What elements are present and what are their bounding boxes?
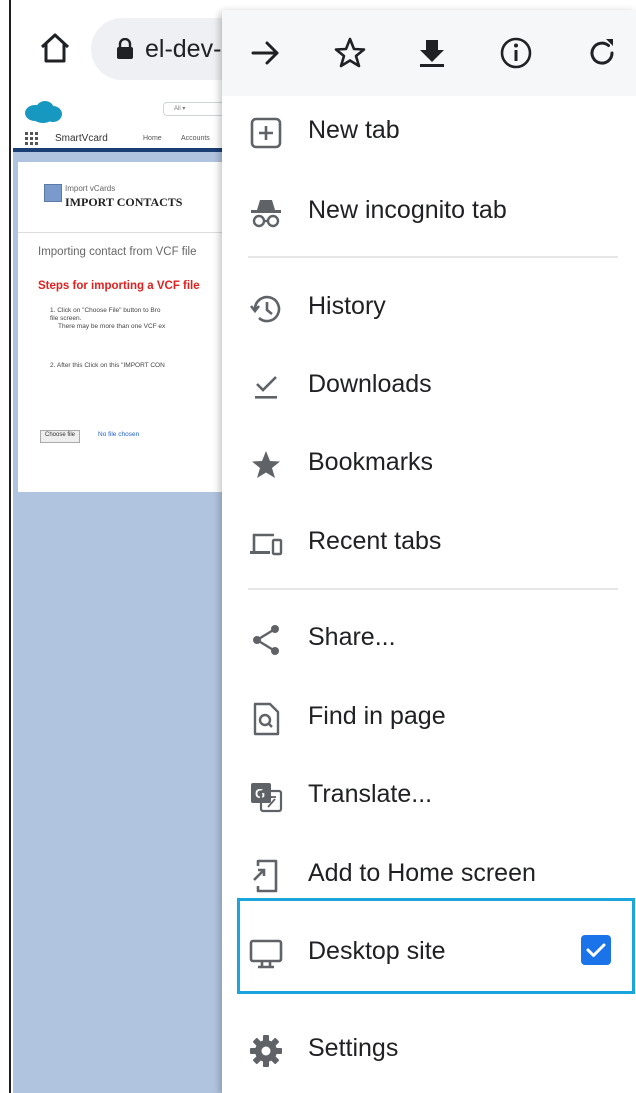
menu-item-label: Find in page — [308, 702, 446, 730]
menu-toolbar — [222, 10, 636, 96]
menu-item-history[interactable]: History — [222, 275, 636, 339]
menu-item-find-in-page[interactable]: Find in page — [222, 685, 636, 749]
translate-icon: G — [251, 783, 283, 813]
nav-home[interactable]: Home — [143, 135, 162, 142]
card-intro: Importing contact from VCF file — [38, 246, 197, 258]
menu-item-new-tab[interactable]: New tab — [222, 99, 636, 163]
vcard-icon — [44, 184, 62, 202]
menu-divider — [248, 256, 618, 258]
left-edge — [0, 0, 11, 1093]
reload-icon[interactable] — [584, 35, 620, 71]
salesforce-cloud-logo — [25, 101, 62, 123]
menu-item-label: Share... — [308, 623, 396, 651]
menu-item-label: Add to Home screen — [308, 859, 536, 887]
menu-item-translate[interactable]: G Translate... — [222, 763, 636, 827]
menu-item-label: New incognito tab — [308, 196, 507, 224]
download-icon[interactable] — [414, 35, 450, 71]
share-icon — [253, 625, 279, 655]
menu-item-add-to-home-screen[interactable]: Add to Home screen — [222, 842, 636, 906]
steps-heading: Steps for importing a VCF file — [38, 280, 200, 292]
choose-file-button[interactable]: Choose file — [40, 430, 81, 443]
no-file-chosen-text: No file chosen — [98, 431, 140, 438]
checkmark-icon — [586, 943, 606, 957]
incognito-icon — [251, 200, 281, 228]
step-2: 2. After this Click on this "IMPORT CON — [50, 362, 165, 369]
home-button[interactable] — [35, 28, 75, 68]
page-info-icon[interactable] — [498, 35, 534, 71]
recent-tabs-icon — [250, 533, 283, 556]
card-subtitle: Import vCards — [65, 184, 116, 193]
menu-item-label: Settings — [308, 1034, 399, 1062]
menu-item-recent-tabs[interactable]: Recent tabs — [222, 510, 636, 574]
home-icon — [40, 33, 70, 63]
nav-accounts[interactable]: Accounts — [181, 135, 210, 142]
forward-arrow-icon[interactable] — [248, 35, 284, 71]
app-name: SmartVcard — [55, 133, 108, 144]
lock-icon — [117, 38, 133, 59]
bookmark-star-icon[interactable] — [332, 35, 368, 71]
menu-item-label: New tab — [308, 116, 400, 144]
settings-gear-icon — [250, 1035, 282, 1067]
card-title: IMPORT CONTACTS — [65, 195, 183, 209]
menu-item-label: Bookmarks — [308, 448, 434, 476]
history-icon — [249, 295, 281, 323]
desktop-site-checkbox[interactable] — [581, 935, 611, 965]
app-launcher-icon[interactable] — [25, 132, 39, 146]
url-text: el-dev- — [145, 35, 222, 63]
menu-item-label: History — [308, 292, 386, 320]
new-tab-icon — [250, 117, 282, 149]
menu-item-share[interactable]: Share... — [222, 606, 636, 670]
menu-item-downloads[interactable]: Downloads — [222, 353, 636, 417]
step-1: 1. Click on "Choose File" button to Bro — [50, 307, 161, 314]
menu-item-settings[interactable]: Settings — [222, 1017, 636, 1081]
menu-item-label: Translate... — [308, 780, 433, 808]
menu-item-label: Desktop site — [308, 937, 446, 965]
step-1-cont: file screen. — [50, 315, 82, 322]
menu-item-label: Recent tabs — [308, 527, 442, 555]
menu-item-new-incognito-tab[interactable]: New incognito tab — [222, 179, 636, 243]
desktop-icon — [249, 939, 283, 969]
menu-item-desktop-site[interactable]: Desktop site — [222, 920, 636, 984]
menu-divider — [248, 588, 618, 590]
bookmarks-star-icon — [252, 451, 280, 478]
add-to-home-icon — [253, 859, 278, 893]
step-1-note: There may be more than one VCF ex — [58, 323, 166, 330]
menu-item-label: Downloads — [308, 370, 432, 398]
downloads-icon — [255, 376, 277, 399]
menu-item-bookmarks[interactable]: Bookmarks — [222, 431, 636, 495]
find-in-page-icon — [253, 702, 280, 736]
browser-overflow-menu: New tab New incognito tab History Downlo… — [222, 10, 636, 1093]
